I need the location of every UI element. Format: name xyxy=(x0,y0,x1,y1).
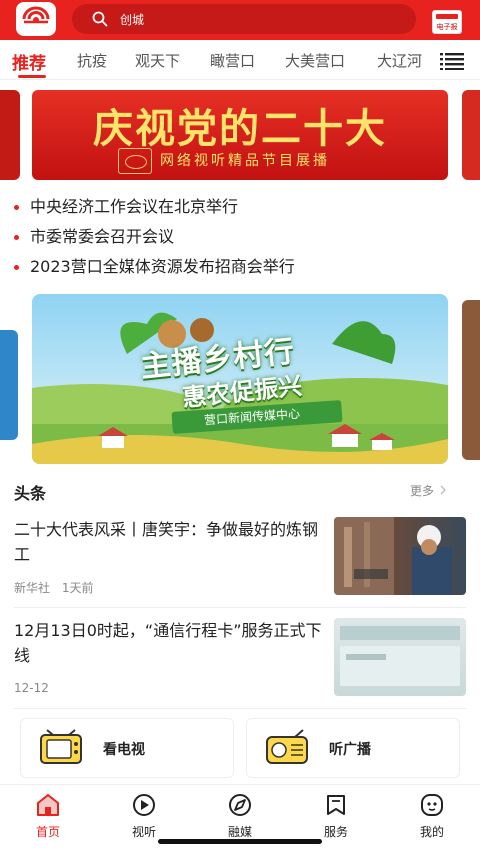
tabbar-rongmei-label: 融媒 xyxy=(227,825,252,839)
steelworker-image xyxy=(334,517,452,595)
article-thumbnail xyxy=(334,618,466,696)
headline-item[interactable]: 2023营口全媒体资源发布招商会举行 xyxy=(14,256,474,286)
tabbar-mine[interactable]: 我的 xyxy=(402,793,462,840)
article-meta: 新华社 1天前 xyxy=(14,579,93,596)
home-indicator xyxy=(158,839,322,844)
headline-text: 中央经济工作会议在北京举行 xyxy=(30,197,239,216)
bookmark-icon xyxy=(327,795,345,815)
tabbar-shiting[interactable]: 视听 xyxy=(114,793,174,840)
list-divider xyxy=(14,607,466,608)
section-title-toutiao: 头条 xyxy=(14,484,47,503)
article-thumbnail xyxy=(334,517,466,595)
article-card[interactable]: 二十大代表风采丨唐笑宇：争做最好的炼钢工 新华社 1天前 xyxy=(14,517,466,597)
carousel-next-peek[interactable] xyxy=(462,90,480,180)
carousel2-prev-peek[interactable] xyxy=(0,330,18,440)
article-title: 二十大代表风采丨唐笑宇：争做最好的炼钢工 xyxy=(14,520,319,564)
search-placeholder: 创城 xyxy=(120,13,145,27)
seal-emblem xyxy=(118,148,152,174)
top-header: 创城 电子报 xyxy=(0,0,480,40)
compass-icon xyxy=(229,794,251,816)
article-card[interactable]: 12月13日0时起，“通信行程卡”服务正式下线 12-12 xyxy=(14,618,466,698)
logo-icon xyxy=(22,6,50,24)
listen-radio-label: 听广播 xyxy=(329,742,371,758)
headline-item[interactable]: 中央经济工作会议在北京举行 xyxy=(14,196,474,226)
article-time: 1天前 xyxy=(61,581,94,595)
tab-kanyingkou[interactable]: 瞰营口 xyxy=(210,50,255,71)
watch-tv-label: 看电视 xyxy=(103,742,145,758)
headline-text: 市委常委会召开会议 xyxy=(30,227,175,246)
headline-text: 2023营口全媒体资源发布招商会举行 xyxy=(30,257,295,276)
tv-icon xyxy=(40,729,82,764)
search-icon xyxy=(92,11,108,27)
watch-tv-button[interactable]: 看电视 xyxy=(20,718,234,778)
app-page: 创城 电子报 推荐 抗疫 观天下 瞰营口 大美营口 大辽河 庆视党的二十大 网络… xyxy=(0,0,480,853)
tab-dameiyingkou[interactable]: 大美营口 xyxy=(285,50,345,71)
app-logo[interactable] xyxy=(16,2,56,36)
tabbar-fuwu-label: 服务 xyxy=(323,825,348,839)
tabbar-shiting-label: 视听 xyxy=(131,825,156,839)
tabbar-rongmei[interactable]: 融媒 xyxy=(210,793,270,840)
epaper-label: 电子报 xyxy=(436,23,458,31)
banner-title: 庆视党的二十大 xyxy=(93,105,387,152)
tabbar-fuwu[interactable]: 服务 xyxy=(306,793,366,840)
more-label: 更多 xyxy=(410,484,435,498)
carousel2-next-peek[interactable] xyxy=(462,300,480,460)
article-time: 12-12 xyxy=(14,681,49,695)
tab-tuijian[interactable]: 推荐 xyxy=(12,49,46,74)
tab-kangyi[interactable]: 抗疫 xyxy=(77,50,107,71)
search-bar[interactable]: 创城 xyxy=(72,4,416,34)
banner-rural-anchor[interactable]: 主播乡村行 惠农促振兴 营口新闻传媒中心 xyxy=(32,294,448,464)
bullet-dot xyxy=(14,235,19,240)
headline-list: 中央经济工作会议在北京举行 市委常委会召开会议 2023营口全媒体资源发布招商会… xyxy=(14,196,474,286)
tabbar-home[interactable]: 首页 xyxy=(18,793,78,840)
listen-radio-button[interactable]: 听广播 xyxy=(246,718,460,778)
epaper-button[interactable]: 电子报 xyxy=(432,10,462,34)
article-source: 新华社 xyxy=(14,581,51,595)
more-link[interactable]: 更多 xyxy=(410,482,448,499)
channel-menu-icon[interactable] xyxy=(440,52,464,70)
tab-guantianxia[interactable]: 观天下 xyxy=(135,50,180,71)
headline-item[interactable]: 市委常委会召开会议 xyxy=(14,226,474,256)
tab-daliaohe[interactable]: 大辽河 xyxy=(377,50,427,71)
play-icon xyxy=(133,794,155,816)
banner-party-congress[interactable]: 庆视党的二十大 网络视听精品节目展播 xyxy=(32,90,448,180)
radio-icon xyxy=(266,729,308,764)
bullet-dot xyxy=(14,205,19,210)
tabbar-home-label: 首页 xyxy=(35,825,60,839)
face-icon xyxy=(421,794,443,816)
home-icon xyxy=(37,794,59,816)
itinerary-card-image xyxy=(340,626,460,686)
bullet-dot xyxy=(14,265,19,270)
carousel-prev-peek[interactable] xyxy=(0,90,20,180)
active-tab-indicator xyxy=(18,75,46,78)
banner-subtitle: 网络视听精品节目展播 xyxy=(160,153,330,169)
list-divider xyxy=(14,708,466,709)
tabbar-mine-label: 我的 xyxy=(419,825,444,839)
epaper-icon xyxy=(436,14,458,19)
article-title: 12月13日0时起，“通信行程卡”服务正式下线 xyxy=(14,621,322,665)
chevron-right-icon xyxy=(440,485,446,495)
channel-tabs: 推荐 抗疫 观天下 瞰营口 大美营口 大辽河 xyxy=(0,40,480,80)
